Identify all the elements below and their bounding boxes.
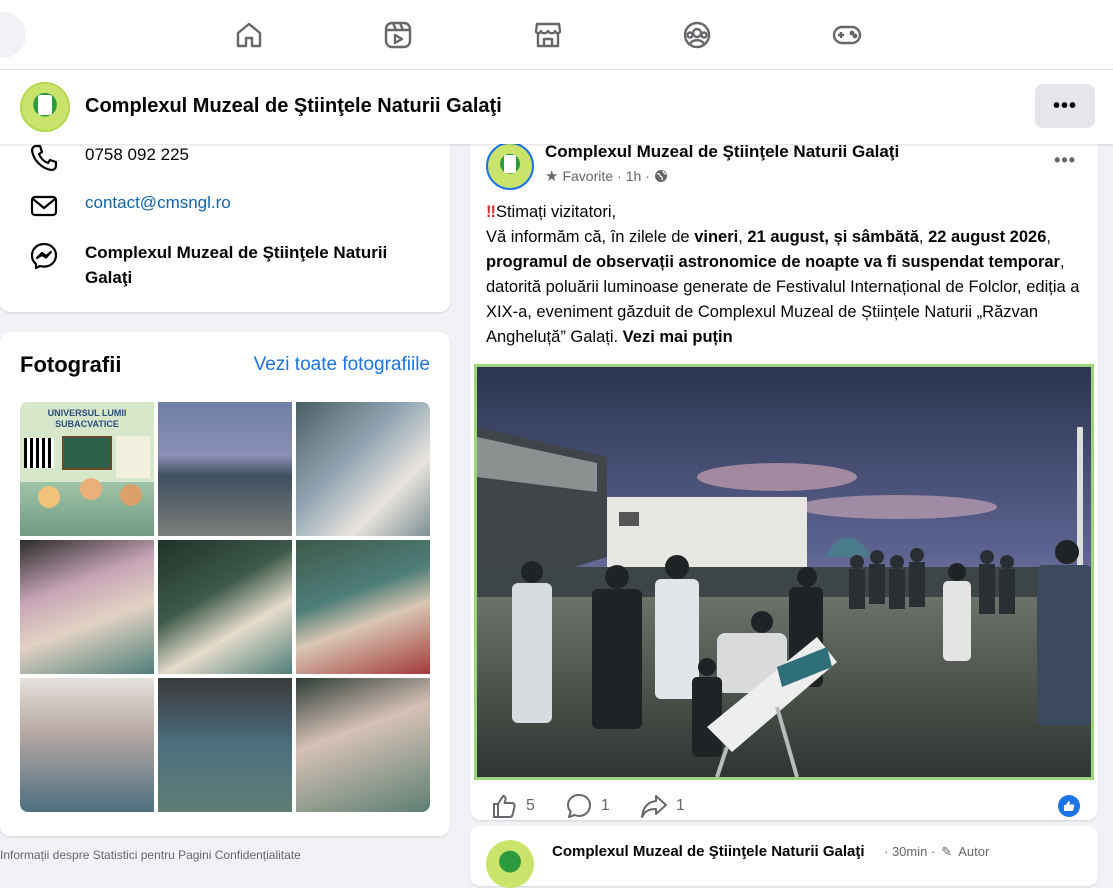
child-figure: [38, 486, 60, 508]
marketplace-icon[interactable]: [526, 13, 570, 57]
post-body-sep: ,: [738, 228, 748, 246]
post-reactions-bar: 5 1 1: [490, 792, 715, 820]
photo-tile-4[interactable]: [20, 540, 154, 674]
post-text: ‼Stimați vizitatori, Vă informăm că, în …: [486, 200, 1086, 350]
qr-code: [24, 438, 54, 468]
photos-heading: Fotografii: [20, 352, 122, 377]
search-button[interactable]: [0, 12, 26, 58]
post-body-sep: ,: [918, 228, 929, 246]
next-post-time[interactable]: · 30min ·: [884, 844, 935, 860]
comment-icon: [566, 794, 591, 818]
meta-separator: ·: [617, 168, 622, 184]
post-body-day1: vineri: [694, 228, 739, 246]
see-all-photos-link[interactable]: Vezi toate fotografiile: [254, 354, 430, 376]
post-time[interactable]: 1h: [626, 168, 642, 184]
poster-chart: [116, 436, 150, 478]
page-title[interactable]: Complexul Muzeal de Ştiinţele Naturii Ga…: [85, 95, 502, 118]
post-card: Complexul Muzeal de Ştiinţele Naturii Ga…: [470, 120, 1098, 820]
post-author-avatar[interactable]: [486, 142, 534, 190]
page-more-button[interactable]: •••: [1035, 84, 1095, 128]
photo-tile-2[interactable]: [158, 402, 292, 536]
messenger-name[interactable]: Complexul Muzeal de Ştiinţele Naturii Ga…: [85, 240, 428, 290]
globe-icon: [654, 170, 667, 182]
contact-info-card: 0758 092 225 contact@cmsngl.ro Complexul…: [0, 120, 450, 312]
post-meta: ★ Favorite · 1h ·: [545, 167, 668, 185]
photo-tile-6[interactable]: [296, 540, 430, 674]
gaming-icon[interactable]: [825, 13, 869, 57]
messenger-icon: [30, 242, 58, 270]
envelope-icon: [30, 195, 58, 217]
like-button[interactable]: 5: [490, 792, 535, 820]
author-badge: Autor: [958, 844, 990, 859]
photo-tile-5[interactable]: [158, 540, 292, 674]
photo-grid: UNIVERSUL LUMII SUBACVATICE: [20, 402, 430, 812]
like-reaction-badge[interactable]: [1058, 795, 1080, 817]
post-author-name[interactable]: Complexul Muzeal de Ştiinţele Naturii Ga…: [545, 142, 899, 162]
page-avatar[interactable]: [20, 82, 70, 132]
email-row: contact@cmsngl.ro: [28, 190, 231, 222]
top-navigation: [0, 0, 1113, 70]
photo-tile-3[interactable]: [296, 402, 430, 536]
post-meta-label[interactable]: Favorite: [562, 168, 613, 184]
child-figure: [120, 484, 142, 506]
page-header-bar: Complexul Muzeal de Ştiinţele Naturii Ga…: [0, 70, 1113, 144]
post-body-date1: 21 august: [747, 228, 825, 246]
video-icon[interactable]: [376, 13, 420, 57]
comment-button[interactable]: 1: [565, 792, 610, 820]
share-count: 1: [675, 797, 685, 814]
photo-tile-8[interactable]: [158, 678, 292, 812]
like-badge-icon: [1064, 801, 1075, 811]
phone-row: 0758 092 225: [28, 142, 189, 174]
post-body-announcement: programul de observații astronomice de n…: [486, 253, 1060, 271]
like-count: 5: [526, 797, 535, 814]
child-figure: [80, 478, 102, 500]
post-body-sep: ,: [1046, 228, 1051, 246]
photo-tile-7[interactable]: [20, 678, 154, 812]
photo-tile-9[interactable]: [296, 678, 430, 812]
post-body-day2: , și sâmbătă: [824, 228, 919, 246]
meta-separator: ·: [645, 168, 650, 184]
post-photo-scene: [477, 367, 1091, 777]
share-icon: [640, 795, 667, 818]
post-photo[interactable]: [474, 364, 1094, 780]
groups-icon[interactable]: [675, 13, 719, 57]
share-button[interactable]: 1: [640, 792, 685, 820]
photos-card: Fotografii Vezi toate fotografiile UNIVE…: [0, 332, 450, 836]
post-body-date2: 22 august 2026: [928, 228, 1047, 246]
next-post-avatar[interactable]: [486, 840, 534, 888]
next-post-author[interactable]: Complexul Muzeal de Ştiinţele Naturii Ga…: [552, 843, 865, 860]
messenger-row: Complexul Muzeal de Ştiinţele Naturii Ga…: [28, 240, 428, 290]
post-greeting-line: ‼Stimați vizitatori,: [486, 200, 1086, 225]
star-icon: ★: [545, 168, 559, 185]
poster-board: [62, 436, 112, 470]
post-body: Vă informăm că, în zilele de vineri, 21 …: [486, 225, 1086, 350]
home-icon[interactable]: [227, 13, 271, 57]
see-less-link[interactable]: Vezi mai puțin: [623, 328, 733, 346]
comment-count: 1: [600, 797, 610, 814]
phone-number: 0758 092 225: [85, 145, 189, 164]
next-post-card: Complexul Muzeal de Ştiinţele Naturii Ga…: [470, 826, 1098, 888]
pencil-icon: ✎: [941, 844, 953, 859]
email-link[interactable]: contact@cmsngl.ro: [85, 190, 231, 215]
post-body-intro: Vă informăm că, în zilele de: [486, 228, 695, 246]
photo-tile-poster[interactable]: UNIVERSUL LUMII SUBACVATICE: [20, 402, 154, 536]
next-post-meta: · 30min · ✎ Autor: [884, 844, 989, 860]
double-exclamation-icon: ‼: [486, 203, 496, 221]
thumbs-up-icon: [493, 795, 516, 818]
phone-icon: [30, 144, 58, 172]
post-options-button[interactable]: •••: [1054, 150, 1076, 171]
post-greeting: Stimați vizitatori,: [495, 203, 617, 221]
